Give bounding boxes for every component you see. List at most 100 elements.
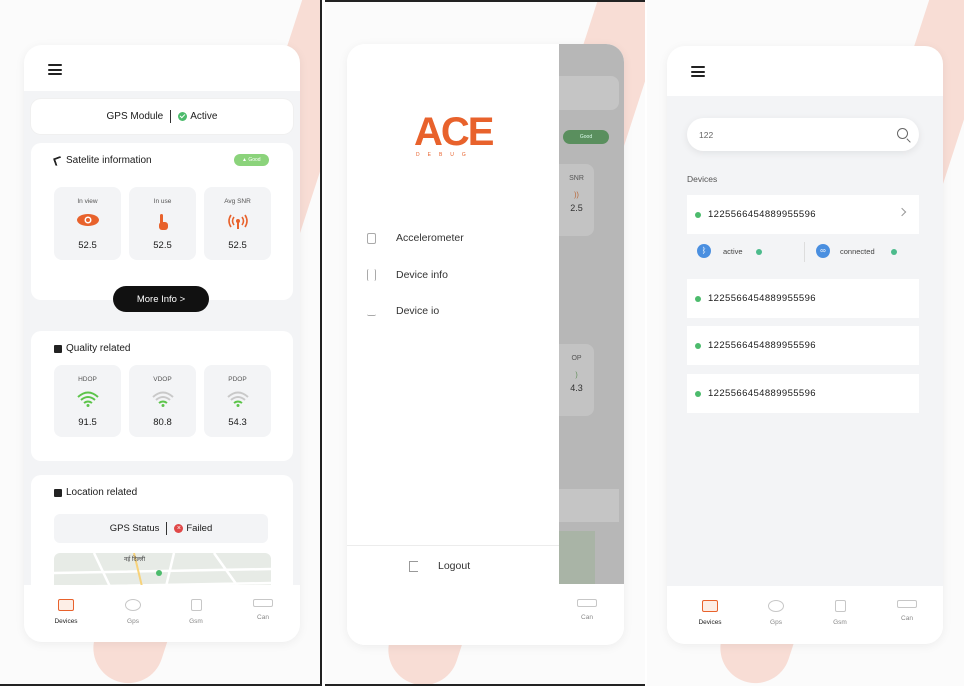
logout-button[interactable]: Logout [409, 560, 470, 572]
status-dot [891, 249, 897, 255]
bg-tile-label: SNR [569, 175, 584, 182]
tab-devices[interactable]: Devices [41, 599, 91, 625]
status-dot [756, 249, 762, 255]
screen-devices: 122 Devices 1225566454889955596 ᛒ active… [647, 0, 964, 686]
gps-module-card: GPS Module Active [31, 99, 293, 134]
satellite-icon [52, 155, 64, 166]
bg-card [559, 489, 619, 522]
can-icon [897, 600, 917, 608]
can-icon [577, 599, 597, 607]
pdop-value: 54.3 [228, 417, 247, 428]
gps-status-box: GPS Status × Failed [54, 514, 268, 543]
device-row[interactable]: 1225566454889955596 [687, 326, 919, 365]
tab-can[interactable]: Can [882, 600, 932, 622]
tab-gps[interactable]: Gps [751, 600, 801, 626]
online-dot [695, 211, 701, 218]
navigation-drawer: ACE DEBUG Accelerometer Device info Devi… [347, 44, 559, 645]
gps-icon [768, 600, 784, 612]
ace-debug-logo: ACE DEBUG [414, 110, 494, 158]
vdop-tile: VDOP 80.8 [129, 365, 196, 437]
menu-icon[interactable] [48, 64, 62, 75]
menu-item-label: Device io [396, 305, 440, 317]
tab-can[interactable]: Can [238, 599, 288, 621]
quality-title-text: Quality related [66, 343, 131, 354]
hand-tap-icon [129, 213, 196, 234]
tab-devices[interactable]: Devices [685, 600, 735, 626]
search-input[interactable]: 122 [687, 118, 919, 151]
menu-item-accelerometer[interactable]: Accelerometer [367, 232, 464, 244]
status-active: active [723, 247, 743, 256]
tab-can[interactable]: Can [562, 599, 612, 621]
tab-gsm[interactable]: Gsm [171, 599, 221, 625]
logo-word: ACE [414, 110, 494, 154]
avg-snr-value: 52.5 [228, 240, 247, 251]
in-view-tile: In view 52.5 [54, 187, 121, 260]
quality-title: Quality related [54, 343, 130, 354]
bg-signal-icon: )) [574, 192, 579, 199]
device-row[interactable]: 1225566454889955596 [687, 195, 919, 234]
avg-snr-label: Avg SNR [224, 198, 251, 205]
map-city-label: नई दिल्ली [124, 557, 146, 563]
device-id: 1225566454889955596 [708, 293, 816, 304]
location-title-text: Location related [66, 487, 138, 498]
in-use-value: 52.5 [153, 240, 172, 251]
tab-can-label: Can [581, 614, 593, 621]
device-id: 1225566454889955596 [708, 340, 816, 351]
tab-can-label: Can [901, 615, 913, 622]
in-use-label: In use [153, 198, 172, 205]
check-icon [178, 112, 188, 121]
gps-status-value: Failed [186, 523, 213, 534]
menu-item-label: Accelerometer [396, 232, 464, 244]
screen-drawer: Good SNR )) 2.5 OP ) 4.3 ACE DEBUG Accel… [325, 0, 645, 686]
in-view-label: In view [77, 198, 98, 205]
online-dot [695, 390, 701, 397]
menu-item-device-io[interactable]: Device io [367, 305, 439, 317]
menu-item-label: Device info [396, 269, 448, 281]
bg-card [559, 76, 619, 110]
more-info-button[interactable]: More Info > [113, 286, 209, 312]
eye-icon [54, 213, 121, 230]
online-dot [695, 342, 701, 349]
pdop-tile: PDOP 54.3 [204, 365, 271, 437]
quality-card: Quality related HDOP 91.5 VDOP 80.8 PDOP [31, 331, 293, 461]
satellite-card: Satelite information ▲ Good In view 52.5… [31, 143, 293, 312]
vdop-value: 80.8 [153, 417, 172, 428]
online-dot [695, 295, 701, 302]
link-icon: ∞ [816, 244, 830, 258]
device-row[interactable]: 1225566454889955596 [687, 374, 919, 413]
wifi-icon [129, 391, 196, 410]
phone-frame: Good SNR )) 2.5 OP ) 4.3 ACE DEBUG Accel… [347, 44, 624, 645]
devices-heading: Devices [687, 174, 718, 184]
device-row[interactable]: 1225566454889955596 [687, 279, 919, 318]
gsm-icon [190, 599, 202, 611]
divider [347, 545, 559, 546]
hdop-value: 91.5 [78, 417, 97, 428]
thumbs-up-icon [54, 344, 62, 353]
tab-can-label: Can [257, 614, 269, 621]
divider [170, 110, 172, 123]
download-icon [367, 307, 376, 316]
divider [804, 242, 805, 262]
bg-wifi-icon: ) [575, 372, 578, 379]
good-badge: ▲ Good [234, 154, 269, 166]
bg-tile-label: OP [571, 355, 582, 362]
search-icon[interactable] [897, 128, 908, 139]
gps-icon [125, 599, 141, 611]
dimmed-background[interactable]: Good SNR )) 2.5 OP ) 4.3 [559, 44, 624, 584]
logout-label: Logout [438, 560, 471, 572]
tab-gps[interactable]: Gps [108, 599, 158, 625]
in-use-tile: In use 52.5 [129, 187, 196, 260]
logout-icon [409, 560, 418, 572]
tab-gsm[interactable]: Gsm [815, 600, 865, 626]
menu-icon[interactable] [691, 66, 705, 77]
tab-devices-label: Devices [54, 618, 78, 625]
can-icon [253, 599, 273, 607]
menu-item-device-info[interactable]: Device info [367, 269, 448, 281]
location-card: Location related GPS Status × Failed नई … [31, 475, 293, 595]
tab-gsm-label: Gsm [833, 619, 847, 626]
status-connected: connected [840, 247, 875, 256]
screen-gps: GPS Module Active Satelite information ▲… [0, 0, 322, 686]
avg-snr-tile: Avg SNR 52.5 [204, 187, 271, 260]
devices-icon [702, 600, 718, 612]
tab-gps-label: Gps [770, 619, 782, 626]
